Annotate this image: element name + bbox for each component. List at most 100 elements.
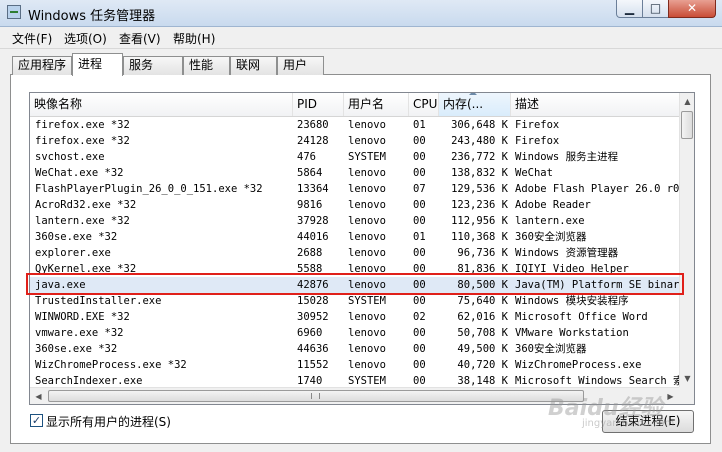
scroll-right-arrow-icon[interactable]: ▶ <box>662 388 679 404</box>
menu-options[interactable]: 选项(O) <box>64 30 107 47</box>
cell-cpu: 00 <box>413 215 426 227</box>
cell-description: WizChromeProcess.exe <box>515 359 642 371</box>
sort-arrow-icon <box>469 93 477 95</box>
menu-file[interactable]: 文件(F) <box>12 30 52 47</box>
table-row[interactable]: lantern.exe *32 37928 lenovo 00 112,956 K lan… <box>30 213 679 229</box>
table-row[interactable]: firefox.exe *32 24128 lenovo 00 243,480 K Fir… <box>30 133 679 149</box>
column-image-name[interactable]: 映像名称 <box>30 93 293 116</box>
tab-services[interactable]: 服务 <box>123 56 183 75</box>
vertical-scroll-thumb[interactable] <box>681 111 693 139</box>
table-row[interactable]: WeChat.exe *32 5864 lenovo 00 138,832 K WeCha… <box>30 165 679 181</box>
cell-cpu: 00 <box>413 167 426 179</box>
cell-user-name: SYSTEM <box>348 295 386 307</box>
cell-memory: 306,648 K <box>451 119 508 131</box>
title-bar[interactable]: Windows 任务管理器 ▁ □ ✕ <box>0 0 722 27</box>
cell-memory: 80,500 K <box>457 279 508 291</box>
cell-memory: 75,640 K <box>457 295 508 307</box>
cell-image-name: vmware.exe *32 <box>35 327 124 339</box>
process-rows: firefox.exe *32 23680 lenovo 01 306,648 K Fir… <box>30 117 679 389</box>
cell-description: Windows 模块安装程序 <box>515 295 629 307</box>
menu-view[interactable]: 查看(V) <box>119 30 161 47</box>
column-cpu[interactable]: CPU <box>409 93 439 116</box>
cell-cpu: 02 <box>413 311 426 323</box>
table-row[interactable]: vmware.exe *32 6960 lenovo 00 50,708 K VMware… <box>30 325 679 341</box>
cell-description: Adobe Reader <box>515 199 591 211</box>
cell-memory: 236,772 K <box>451 151 508 163</box>
cell-cpu: 00 <box>413 263 426 275</box>
column-memory[interactable]: 内存(... <box>439 93 511 116</box>
window-title: Windows 任务管理器 <box>28 9 156 24</box>
menu-bar: 文件(F) 选项(O) 查看(V) 帮助(H) <box>0 27 722 49</box>
cell-image-name: 360se.exe *32 <box>35 343 118 355</box>
cell-pid: 9816 <box>297 199 323 211</box>
cell-cpu: 00 <box>413 247 426 259</box>
cell-image-name: java.exe <box>35 279 86 291</box>
minimize-button[interactable]: ▁ <box>616 0 643 18</box>
cell-user-name: lenovo <box>348 183 386 195</box>
cell-description: Microsoft Office Word <box>515 311 648 323</box>
scroll-up-arrow-icon[interactable]: ▲ <box>680 93 694 110</box>
cell-user-name: lenovo <box>348 279 386 291</box>
table-row[interactable]: WINWORD.EXE *32 30952 lenovo 02 62,016 K Micr… <box>30 309 679 325</box>
column-user-name[interactable]: 用户名 <box>344 93 409 116</box>
cell-memory: 40,720 K <box>457 359 508 371</box>
table-row[interactable]: AcroRd32.exe *32 9816 lenovo 00 123,236 K Ado… <box>30 197 679 213</box>
vertical-scrollbar[interactable]: ▲ ▼ <box>679 93 694 387</box>
cell-user-name: lenovo <box>348 263 386 275</box>
list-header: 映像名称 PID 用户名 CPU 内存(... 描述 <box>30 93 679 117</box>
table-row[interactable]: explorer.exe 2688 lenovo 00 96,736 K Windows … <box>30 245 679 261</box>
tab-applications[interactable]: 应用程序 <box>12 56 72 75</box>
table-row[interactable]: QyKernel.exe *32 5588 lenovo 00 81,836 K IQIY… <box>30 261 679 277</box>
cell-user-name: lenovo <box>348 119 386 131</box>
cell-pid: 476 <box>297 151 316 163</box>
cell-memory: 123,236 K <box>451 199 508 211</box>
column-description[interactable]: 描述 <box>511 93 679 116</box>
process-list[interactable]: 映像名称 PID 用户名 CPU 内存(... 描述 firefox.exe *… <box>29 92 695 405</box>
horizontal-scrollbar[interactable]: ◀ ▶ <box>30 387 679 404</box>
cell-cpu: 01 <box>413 119 426 131</box>
horizontal-scroll-thumb[interactable] <box>48 390 584 402</box>
cell-image-name: QyKernel.exe *32 <box>35 263 137 275</box>
menu-help[interactable]: 帮助(H) <box>173 30 215 47</box>
cell-cpu: 00 <box>413 279 426 291</box>
column-pid[interactable]: PID <box>293 93 344 116</box>
cell-image-name: lantern.exe *32 <box>35 215 130 227</box>
cell-image-name: firefox.exe *32 <box>35 119 130 131</box>
tab-users[interactable]: 用户 <box>277 56 324 75</box>
table-row[interactable]: WizChromeProcess.exe *32 11552 lenovo 00 40,… <box>30 357 679 373</box>
cell-pid: 44016 <box>297 231 329 243</box>
cell-pid: 13364 <box>297 183 329 195</box>
cell-user-name: lenovo <box>348 247 386 259</box>
cell-image-name: svchost.exe <box>35 151 105 163</box>
table-row[interactable]: svchost.exe 476 SYSTEM 00 236,772 K Windows 服… <box>30 149 679 165</box>
table-row[interactable]: 360se.exe *32 44016 lenovo 01 110,368 K 360安全… <box>30 229 679 245</box>
cell-description: 360安全浏览器 <box>515 343 587 355</box>
table-row[interactable]: FlashPlayerPlugin_26_0_0_151.exe *32 1336… <box>30 181 679 197</box>
end-process-button[interactable]: 结束进程(E) <box>602 410 694 433</box>
table-row[interactable]: java.exe 42876 lenovo 00 80,500 K Java(TM) Pl… <box>30 277 679 293</box>
tab-processes[interactable]: 进程 <box>72 53 123 76</box>
cell-pid: 44636 <box>297 343 329 355</box>
cell-memory: 96,736 K <box>457 247 508 259</box>
cell-description: Java(TM) Platform SE binary <box>515 279 679 291</box>
table-row[interactable]: firefox.exe *32 23680 lenovo 01 306,648 K Fir… <box>30 117 679 133</box>
cell-user-name: lenovo <box>348 359 386 371</box>
maximize-button[interactable]: □ <box>642 0 669 18</box>
cell-pid: 5864 <box>297 167 323 179</box>
show-all-users-checkbox[interactable]: ✓ <box>30 414 43 427</box>
table-row[interactable]: 360se.exe *32 44636 lenovo 00 49,500 K 360安全浏… <box>30 341 679 357</box>
scroll-down-arrow-icon[interactable]: ▼ <box>680 370 694 387</box>
cell-memory: 50,708 K <box>457 327 508 339</box>
tab-networking[interactable]: 联网 <box>230 56 277 75</box>
close-button[interactable]: ✕ <box>668 0 716 18</box>
scroll-left-arrow-icon[interactable]: ◀ <box>30 388 47 404</box>
cell-description: Windows 资源管理器 <box>515 247 619 259</box>
cell-user-name: lenovo <box>348 311 386 323</box>
cell-cpu: 00 <box>413 135 426 147</box>
table-row[interactable]: TrustedInstaller.exe 15028 SYSTEM 00 75,640 … <box>30 293 679 309</box>
tab-performance[interactable]: 性能 <box>183 56 230 75</box>
cell-description: WeChat <box>515 167 553 179</box>
cell-image-name: firefox.exe *32 <box>35 135 130 147</box>
cell-user-name: lenovo <box>348 343 386 355</box>
cell-image-name: AcroRd32.exe *32 <box>35 199 137 211</box>
